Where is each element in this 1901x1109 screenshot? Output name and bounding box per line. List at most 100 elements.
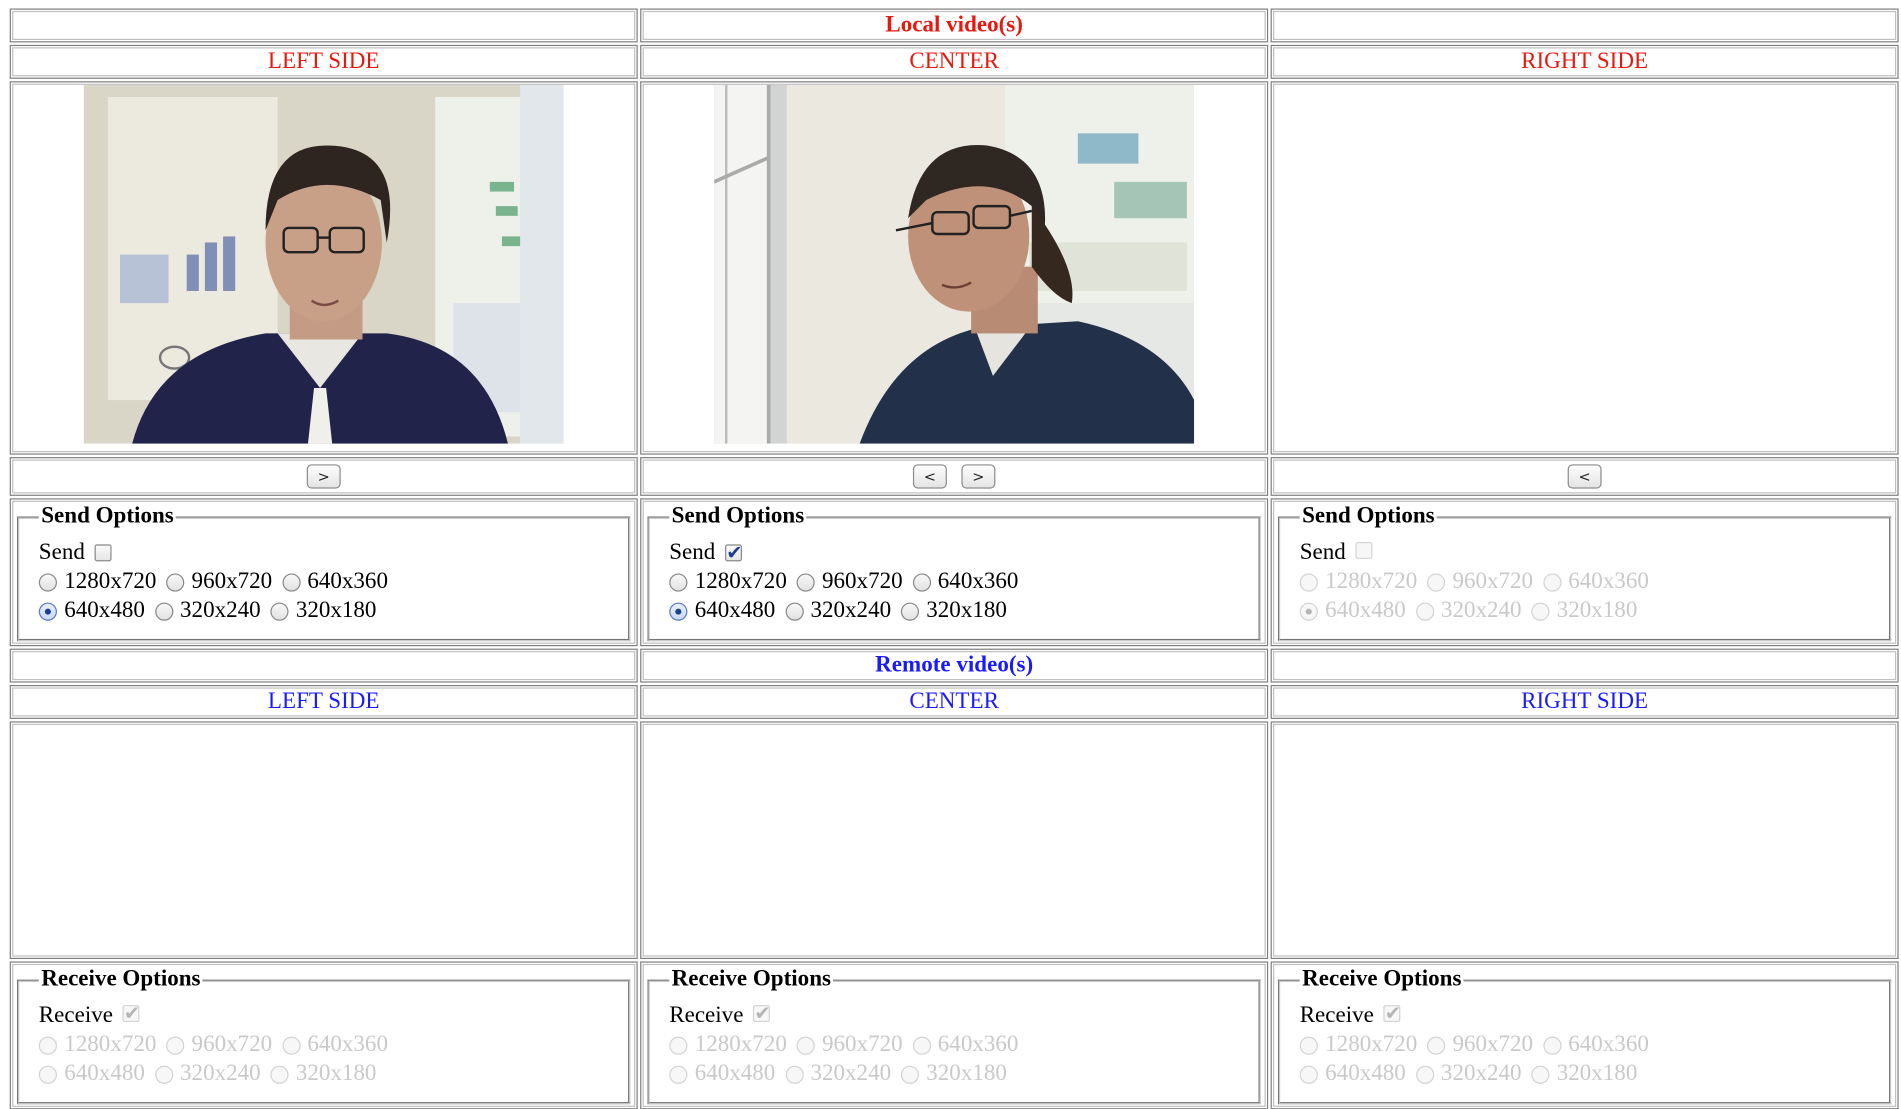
resolution-label: 1280x720 <box>64 1031 157 1058</box>
local-left-side-label: LEFT SIDE <box>9 44 638 79</box>
resolution-label: 320x240 <box>810 597 892 624</box>
resolution-label: 320x180 <box>295 597 377 624</box>
send-checkbox[interactable] <box>725 538 742 567</box>
local-center-video <box>714 84 1195 444</box>
move-right-button[interactable]: > <box>306 464 341 489</box>
receive-options-fieldset: Receive Options Receive 1280x720 960x720… <box>647 966 1261 1105</box>
resolution-radio <box>1426 1035 1446 1055</box>
resolution-radio <box>669 1065 688 1084</box>
left-send-cell: Send Options Send 1280x720 960x720 640x3… <box>9 498 638 647</box>
send-options-row: Send Options Send 1280x720 960x720 640x3… <box>0 498 1901 647</box>
remote-center-label: CENTER <box>640 685 1269 719</box>
resolution-radio <box>912 1035 931 1055</box>
resolution-radio[interactable] <box>669 601 688 621</box>
send-label: Send <box>38 539 85 565</box>
resolution-radio <box>38 1065 57 1084</box>
move-right-button[interactable]: > <box>961 464 996 489</box>
left-receive-cell: Receive Options Receive 1280x720 960x720… <box>9 961 638 1109</box>
empty-cell <box>9 648 638 683</box>
receive-label: Receive <box>1299 1002 1374 1029</box>
remote-center-video <box>640 721 1269 960</box>
resolution-radio <box>1299 1065 1318 1084</box>
resolution-label: 640x360 <box>937 568 1019 595</box>
resolution-label: 320x240 <box>180 597 261 624</box>
resolution-radio[interactable] <box>38 601 57 621</box>
resolution-label: 320x180 <box>1556 1060 1638 1087</box>
resolution-radio[interactable] <box>281 572 301 592</box>
resolution-label: 640x360 <box>1568 1031 1649 1058</box>
resolution-label: 320x180 <box>1556 597 1638 624</box>
resolution-label: 640x360 <box>307 1031 388 1058</box>
resolution-label: 320x240 <box>1440 1060 1522 1087</box>
left-nav-cell: > <box>9 457 638 496</box>
receive-checkbox <box>1383 999 1401 1028</box>
empty-cell <box>9 8 638 43</box>
send-options-fieldset: Send Options Send 1280x720 960x720 640x3… <box>647 503 1261 642</box>
resolution-radio[interactable] <box>38 572 57 592</box>
remote-side-headers: LEFT SIDE CENTER RIGHT SIDE <box>0 685 1901 719</box>
send-checkbox <box>1355 541 1373 559</box>
move-left-button[interactable]: < <box>1567 464 1602 489</box>
resolution-radio[interactable] <box>669 572 688 592</box>
send-options-legend: Send Options <box>1299 503 1438 530</box>
resolution-label: 960x720 <box>822 1031 903 1058</box>
resolution-radio <box>38 1035 57 1055</box>
empty-cell <box>1270 648 1899 683</box>
resolution-radio <box>1299 572 1318 592</box>
resolution-label: 1280x720 <box>64 568 157 595</box>
resolution-radio <box>1415 601 1434 621</box>
receive-label: Receive <box>669 1002 744 1029</box>
resolution-label: 640x480 <box>1325 1060 1406 1087</box>
resolution-radio[interactable] <box>166 572 185 592</box>
resolution-radio <box>1426 572 1446 592</box>
resolution-label: 960x720 <box>1452 568 1534 595</box>
resolution-radio <box>1542 1035 1561 1055</box>
send-options-legend: Send Options <box>38 503 177 530</box>
receive-options-row: Receive Options Receive 1280x720 960x720… <box>0 961 1901 1109</box>
resolution-radio <box>270 1065 289 1084</box>
remote-right-side-label: RIGHT SIDE <box>1270 685 1899 719</box>
local-nav-row: > < > < <box>0 457 1901 496</box>
local-left-cell <box>9 81 638 455</box>
resolution-radio[interactable] <box>270 601 289 621</box>
resolution-label: 960x720 <box>1452 1031 1534 1058</box>
resolution-radio <box>281 1035 301 1055</box>
resolution-label: 960x720 <box>191 1031 273 1058</box>
resolution-radio <box>1531 1065 1550 1084</box>
resolution-label: 1280x720 <box>694 568 787 595</box>
remote-left-video <box>9 721 638 960</box>
local-right-side-label: RIGHT SIDE <box>1270 44 1899 79</box>
resolution-radio[interactable] <box>912 572 931 592</box>
resolution-label: 320x240 <box>810 1060 892 1087</box>
resolution-radio[interactable] <box>785 601 804 621</box>
send-options-fieldset: Send Options Send 1280x720 960x720 640x3… <box>1277 503 1892 642</box>
move-left-button[interactable]: < <box>912 464 947 489</box>
receive-options-fieldset: Receive Options Receive 1280x720 960x720… <box>1277 966 1892 1105</box>
receive-checkbox <box>122 999 140 1028</box>
resolution-radio <box>1542 572 1561 592</box>
send-label: Send <box>669 539 716 565</box>
resolution-radio[interactable] <box>796 572 815 592</box>
center-send-cell: Send Options Send 1280x720 960x720 640x3… <box>640 498 1269 647</box>
resolution-label: 640x480 <box>64 597 145 624</box>
resolution-radio <box>669 1035 688 1055</box>
resolution-label: 1280x720 <box>1325 568 1418 595</box>
local-side-headers: LEFT SIDE CENTER RIGHT SIDE <box>0 44 1901 79</box>
remote-left-side-label: LEFT SIDE <box>9 685 638 719</box>
resolution-radio <box>166 1035 185 1055</box>
receive-options-fieldset: Receive Options Receive 1280x720 960x720… <box>16 966 631 1105</box>
remote-video-row <box>0 721 1901 960</box>
local-left-video <box>83 84 564 444</box>
right-nav-cell: < <box>1270 457 1899 496</box>
send-label: Send <box>1299 539 1346 565</box>
center-nav-cell: < > <box>640 457 1269 496</box>
send-checkbox[interactable] <box>94 544 112 562</box>
resolution-radio[interactable] <box>154 601 173 621</box>
receive-checkbox <box>753 999 771 1028</box>
resolution-label: 1280x720 <box>694 1031 787 1058</box>
send-options-legend: Send Options <box>669 503 807 530</box>
resolution-radio[interactable] <box>900 601 919 621</box>
resolution-label: 320x180 <box>926 597 1007 624</box>
receive-label: Receive <box>38 1002 113 1029</box>
resolution-label: 320x240 <box>180 1060 261 1087</box>
